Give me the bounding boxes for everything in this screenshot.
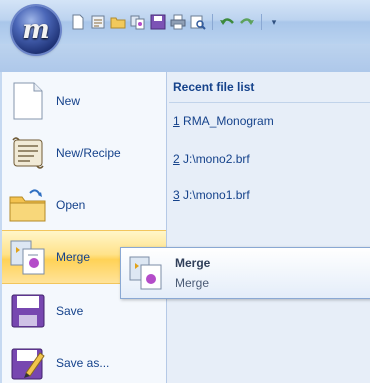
- open-folder-icon[interactable]: [110, 14, 126, 30]
- merge-icon[interactable]: [130, 14, 146, 30]
- menu-item-label: Open: [56, 198, 86, 212]
- new-doc-icon[interactable]: [70, 14, 86, 30]
- application-menu: New New/Recipe Open Merge Save Save as..…: [0, 44, 370, 383]
- recent-file-item[interactable]: 2 J:\mono2.brf: [173, 152, 250, 166]
- toolbar-separator: [261, 14, 262, 30]
- save-as-icon: [8, 343, 48, 383]
- save-icon[interactable]: [150, 14, 166, 30]
- undo-icon[interactable]: [219, 14, 235, 30]
- divider: [169, 102, 370, 103]
- recent-files-title: Recent file list: [173, 80, 255, 94]
- menu-item-save-as[interactable]: Save as...: [2, 337, 166, 389]
- customize-toolbar-dropdown-icon[interactable]: ▾: [268, 14, 280, 30]
- save-icon: [8, 291, 48, 331]
- quick-access-toolbar: ▾: [70, 11, 280, 33]
- recent-file-number: 2: [173, 152, 180, 166]
- tooltip-description: Merge: [175, 276, 210, 290]
- recent-file-number: 3: [173, 188, 180, 202]
- menu-item-new[interactable]: New: [2, 75, 166, 127]
- menu-item-new-recipe[interactable]: New/Recipe: [2, 127, 166, 179]
- menu-item-label: New: [56, 94, 81, 108]
- toolbar-separator: [212, 14, 213, 30]
- menu-item-label: Merge: [56, 250, 91, 264]
- recent-file-name: J:\mono2.brf: [179, 152, 250, 166]
- print-preview-icon[interactable]: [190, 14, 206, 30]
- menu-item-label: Save as...: [56, 356, 110, 370]
- application-button[interactable]: m: [12, 6, 60, 54]
- menu-item-open[interactable]: Open: [2, 179, 166, 231]
- recent-file-item[interactable]: 3 J:\mono1.brf: [173, 188, 250, 202]
- recent-file-number: 1: [173, 114, 180, 128]
- new-recipe-icon: [8, 133, 48, 173]
- app-logo-icon: m: [22, 15, 50, 45]
- print-icon[interactable]: [170, 14, 186, 30]
- new-document-icon: [8, 81, 48, 121]
- recent-file-name: J:\mono1.brf: [179, 188, 250, 202]
- new-recipe-icon[interactable]: [90, 14, 106, 30]
- tooltip-title: Merge: [175, 256, 211, 270]
- menu-commands-pane: New New/Recipe Open Merge Save Save as..…: [2, 72, 167, 383]
- recent-file-name: RMA_Monogram: [179, 114, 274, 128]
- menu-item-label: New/Recipe: [56, 146, 121, 160]
- merge-icon: [127, 254, 165, 292]
- merge-tooltip: Merge Merge: [120, 247, 370, 299]
- open-folder-icon: [8, 185, 48, 225]
- redo-icon[interactable]: [239, 14, 255, 30]
- menu-item-label: Save: [56, 304, 84, 318]
- merge-icon: [8, 237, 48, 277]
- recent-file-item[interactable]: 1 RMA_Monogram: [173, 114, 274, 128]
- recent-files-pane: Recent file list 1 RMA_Monogram 2 J:\mon…: [167, 72, 370, 383]
